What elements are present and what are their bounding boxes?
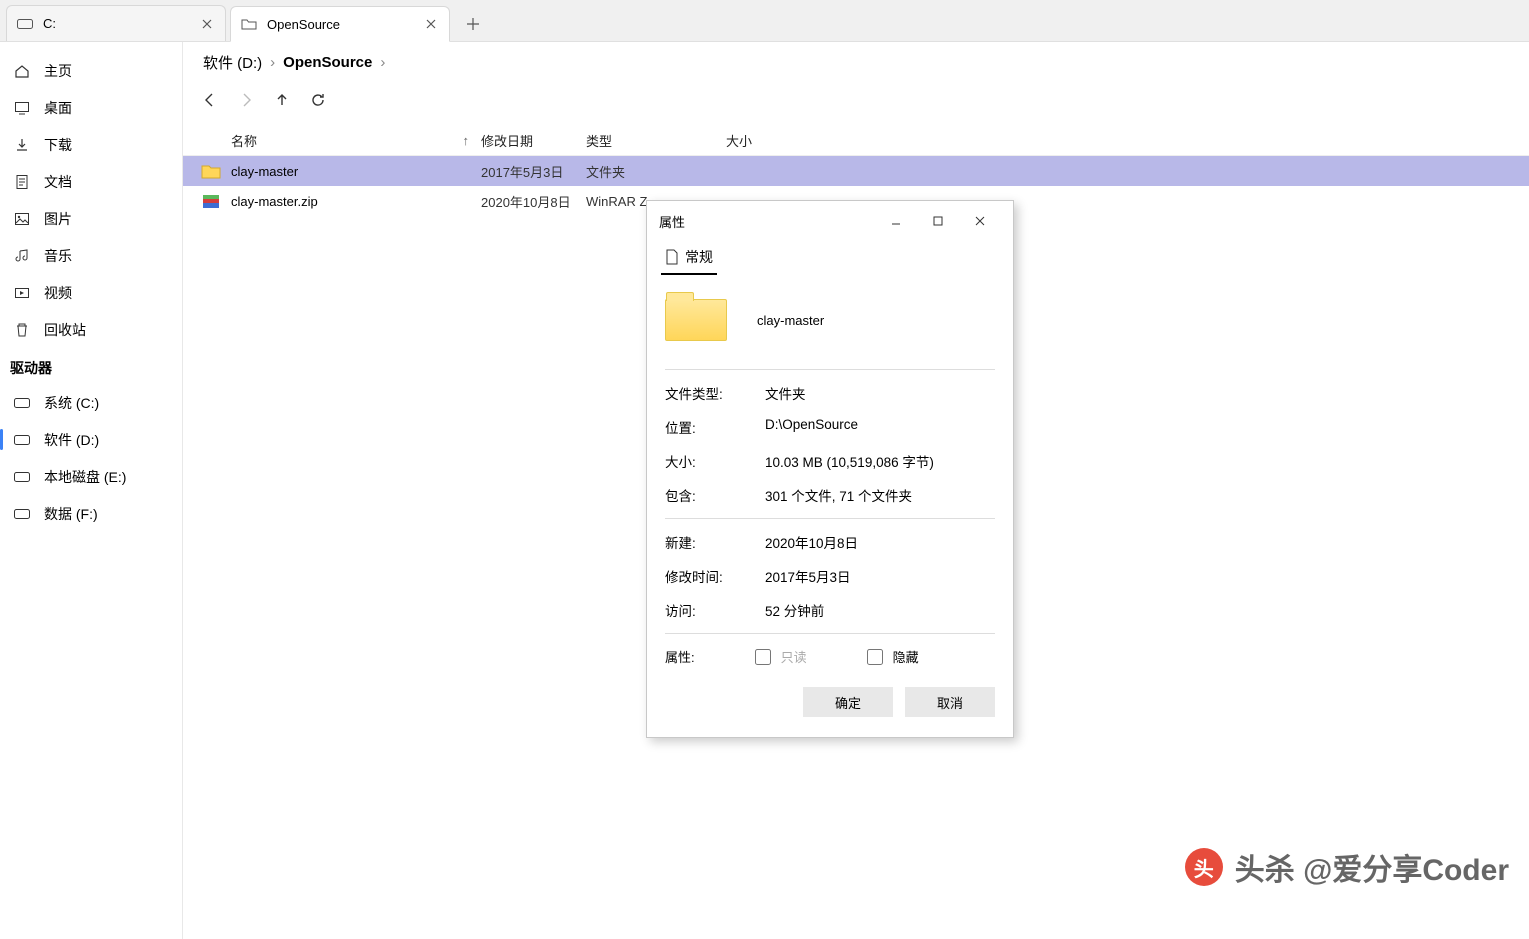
home-icon	[14, 63, 30, 79]
chevron-right-icon: ›	[270, 54, 275, 71]
chevron-right-icon: ›	[380, 54, 385, 71]
back-button[interactable]	[195, 85, 225, 115]
close-button[interactable]	[959, 206, 1001, 236]
breadcrumb-current[interactable]: OpenSource	[283, 54, 372, 71]
sidebar-item-desktop[interactable]: 桌面	[0, 89, 182, 126]
checkbox-hidden[interactable]: 隐藏	[867, 647, 919, 666]
label-size: 大小:	[665, 451, 765, 471]
tab-label: C:	[43, 16, 199, 31]
nav-toolbar	[183, 82, 1529, 118]
file-date: 2020年10月8日	[481, 192, 586, 211]
tab-general[interactable]: 常规	[661, 241, 717, 275]
value-location: D:\OpenSource	[765, 417, 858, 437]
page-icon	[665, 249, 679, 265]
drive-icon	[14, 469, 30, 485]
up-button[interactable]	[267, 85, 297, 115]
tab-bar: C: OpenSource	[0, 0, 1529, 42]
sidebar-item-documents[interactable]: 文档	[0, 163, 182, 200]
checkbox-readonly[interactable]: 只读	[755, 647, 807, 666]
sidebar-item-drive-f[interactable]: 数据 (F:)	[0, 495, 182, 532]
sidebar-item-home[interactable]: 主页	[0, 52, 182, 89]
tab-c-drive[interactable]: C:	[6, 5, 226, 41]
column-size[interactable]: 大小	[726, 131, 816, 150]
label-attributes: 属性:	[665, 647, 695, 666]
minimize-button[interactable]	[875, 206, 917, 236]
sidebar-item-music[interactable]: 音乐	[0, 237, 182, 274]
list-header: 名称↑ 修改日期 类型 大小	[183, 126, 1529, 156]
file-date: 2017年5月3日	[481, 162, 586, 181]
drive-icon	[17, 16, 33, 32]
breadcrumb: 软件 (D:) › OpenSource ›	[183, 42, 1529, 82]
dialog-titlebar[interactable]: 属性	[647, 201, 1013, 241]
value-accessed: 52 分钟前	[765, 600, 824, 620]
dialog-tabs: 常规	[647, 241, 1013, 275]
trash-icon	[14, 322, 30, 338]
label-accessed: 访问:	[665, 600, 765, 620]
close-icon[interactable]	[423, 16, 439, 32]
file-name: clay-master	[231, 164, 481, 179]
sort-up-icon: ↑	[463, 133, 470, 148]
value-created: 2020年10月8日	[765, 532, 858, 552]
value-modified: 2017年5月3日	[765, 566, 851, 586]
drive-icon	[14, 506, 30, 522]
tab-label: OpenSource	[267, 17, 423, 32]
sidebar-item-drive-c[interactable]: 系统 (C:)	[0, 384, 182, 421]
properties-dialog: 属性 常规 clay-master 文件类型:文件夹 位置:D:\OpenSou…	[646, 200, 1014, 738]
sidebar-item-downloads[interactable]: 下载	[0, 126, 182, 163]
value-contains: 301 个文件, 71 个文件夹	[765, 485, 912, 505]
sidebar-item-drive-d[interactable]: 软件 (D:)	[0, 421, 182, 458]
item-name: clay-master	[757, 313, 824, 328]
sidebar-item-recycle[interactable]: 回收站	[0, 311, 182, 348]
folder-icon	[241, 16, 257, 32]
value-filetype: 文件夹	[765, 383, 806, 403]
sidebar: 主页 桌面 下载 文档 图片 音乐 视频 回收站 驱动器 系统 (C:) 软件 …	[0, 42, 183, 939]
sidebar-item-pictures[interactable]: 图片	[0, 200, 182, 237]
sidebar-item-drive-e[interactable]: 本地磁盘 (E:)	[0, 458, 182, 495]
archive-icon	[201, 191, 221, 211]
breadcrumb-root[interactable]: 软件 (D:)	[203, 52, 262, 73]
music-icon	[14, 248, 30, 264]
label-contains: 包含:	[665, 485, 765, 505]
file-name: clay-master.zip	[231, 194, 481, 209]
watermark-icon: 头	[1185, 848, 1223, 886]
folder-icon	[665, 299, 727, 341]
forward-button[interactable]	[231, 85, 261, 115]
sidebar-drives-header: 驱动器	[0, 348, 182, 384]
refresh-button[interactable]	[303, 85, 333, 115]
sidebar-item-videos[interactable]: 视频	[0, 274, 182, 311]
drive-icon	[14, 432, 30, 448]
column-date[interactable]: 修改日期	[481, 131, 586, 150]
cancel-button[interactable]: 取消	[905, 687, 995, 717]
drive-icon	[14, 395, 30, 411]
column-type[interactable]: 类型	[586, 131, 726, 150]
dialog-title: 属性	[659, 212, 685, 231]
watermark: 头 头杀 @爱分享Coder	[1185, 845, 1509, 889]
maximize-button[interactable]	[917, 206, 959, 236]
picture-icon	[14, 211, 30, 227]
file-type: 文件夹	[586, 162, 726, 181]
close-icon[interactable]	[199, 16, 215, 32]
desktop-icon	[14, 100, 30, 116]
label-filetype: 文件类型:	[665, 383, 765, 403]
column-name[interactable]: 名称↑	[231, 131, 481, 150]
video-icon	[14, 285, 30, 301]
label-created: 新建:	[665, 532, 765, 552]
label-location: 位置:	[665, 417, 765, 437]
value-size: 10.03 MB (10,519,086 字节)	[765, 451, 934, 471]
tab-opensource[interactable]: OpenSource	[230, 6, 450, 42]
label-modified: 修改时间:	[665, 566, 765, 586]
download-icon	[14, 137, 30, 153]
folder-icon	[201, 161, 221, 181]
ok-button[interactable]: 确定	[803, 687, 893, 717]
document-icon	[14, 174, 30, 190]
file-row[interactable]: clay-master 2017年5月3日 文件夹	[183, 156, 1529, 186]
dialog-header: clay-master	[665, 291, 995, 359]
new-tab-button[interactable]	[460, 11, 486, 37]
